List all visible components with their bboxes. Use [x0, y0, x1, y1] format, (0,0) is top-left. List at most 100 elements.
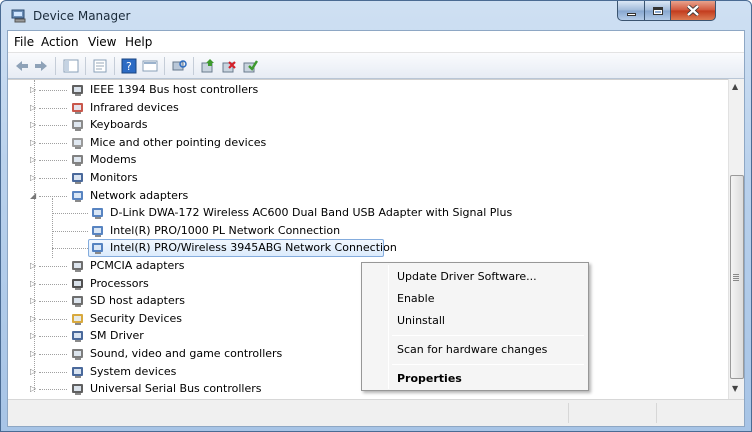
- context-menu-separator: [392, 335, 584, 336]
- scan-icon[interactable]: [171, 58, 187, 74]
- tree-row[interactable]: ▷ Keyboards: [8, 116, 728, 134]
- expand-icon[interactable]: ▷: [30, 279, 39, 288]
- expand-icon[interactable]: ▷: [30, 331, 39, 340]
- menu-bar: File Action View Help: [8, 31, 744, 53]
- tree-row-label: SD host adapters: [90, 294, 185, 308]
- update-driver-icon[interactable]: [200, 58, 216, 74]
- menu-uninstall[interactable]: Uninstall: [364, 310, 586, 332]
- expand-icon[interactable]: ▷: [30, 296, 39, 305]
- context-menu: Update Driver Software... Enable Uninsta…: [361, 262, 589, 391]
- tree-row-label: System devices: [90, 364, 177, 378]
- tree-row-label: Sound, video and game controllers: [90, 347, 283, 360]
- scrollbar-grip: [733, 274, 739, 282]
- menu-scan-hardware[interactable]: Scan for hardware changes: [364, 339, 586, 361]
- security-icon: [72, 313, 83, 325]
- close-button[interactable]: [670, 1, 716, 21]
- expand-icon[interactable]: ▷: [30, 367, 39, 376]
- tree-guide-line: [39, 160, 67, 162]
- maximize-icon: [652, 6, 663, 15]
- expand-icon[interactable]: ▷: [30, 314, 39, 323]
- expand-icon[interactable]: ▷: [30, 173, 39, 182]
- scroll-up-icon[interactable]: ▲: [732, 82, 738, 91]
- uninstall-icon[interactable]: [221, 58, 237, 74]
- expand-icon[interactable]: ▷: [30, 120, 39, 129]
- tree-row-label: Mice and other pointing devices: [90, 135, 267, 149]
- svg-text:?: ?: [126, 60, 132, 73]
- tree-row-label: D-Link DWA-172 Wireless AC600 Dual Band …: [110, 206, 513, 220]
- expand-icon[interactable]: ▷: [30, 85, 39, 94]
- tree-guide-line: [39, 301, 67, 303]
- back-icon[interactable]: [14, 58, 30, 74]
- system-icon: [72, 366, 83, 378]
- tree-guide-line: [39, 195, 67, 197]
- tree-row-label: Modems: [90, 153, 137, 167]
- show-hide-tree-icon[interactable]: [63, 58, 79, 74]
- menu-help[interactable]: Help: [125, 35, 152, 49]
- menu-enable[interactable]: Enable: [364, 288, 586, 310]
- tree-row[interactable]: ▷ Infrared devices: [8, 99, 728, 117]
- tree-guide-line: [39, 371, 67, 373]
- tree-row[interactable]: ▷ Monitors: [8, 169, 728, 187]
- tree-row-label: Universal Serial Bus controllers: [90, 382, 262, 396]
- tree-row-label: Network adapters: [90, 188, 189, 202]
- properties-icon[interactable]: [92, 58, 108, 74]
- expand-icon[interactable]: ▷: [30, 103, 39, 112]
- tree-guide-line: [39, 389, 67, 391]
- toolbar: ?: [8, 53, 744, 79]
- network-card-icon: [92, 225, 103, 237]
- expand-icon[interactable]: ▷: [30, 155, 39, 164]
- usb-icon: [72, 384, 83, 396]
- menu-file[interactable]: File: [14, 35, 34, 49]
- mouse-icon: [72, 137, 83, 149]
- expand-icon[interactable]: ▷: [30, 138, 39, 147]
- scroll-down-icon[interactable]: ▼: [732, 384, 738, 393]
- tree-guide-line: [39, 336, 67, 338]
- menu-update-driver[interactable]: Update Driver Software...: [364, 266, 586, 288]
- help-icon[interactable]: ?: [121, 58, 137, 74]
- expand-icon[interactable]: ▷: [30, 384, 39, 393]
- forward-icon[interactable]: [33, 58, 49, 74]
- collapse-icon[interactable]: ◢: [30, 191, 39, 200]
- tree-row-label: Intel(R) PRO/1000 PL Network Connection: [110, 223, 341, 237]
- pcmcia-icon: [72, 261, 83, 272]
- tree-guide-line: [39, 266, 67, 267]
- network-card-icon: [92, 208, 103, 220]
- expand-icon[interactable]: ▷: [30, 349, 39, 358]
- menu-view[interactable]: View: [88, 35, 116, 49]
- status-bar: [8, 399, 744, 426]
- tree-guide-line: [39, 107, 67, 109]
- enable-icon[interactable]: [242, 58, 258, 74]
- menu-action[interactable]: Action: [41, 35, 79, 49]
- tree-row[interactable]: ▷ Mice and other pointing devices: [8, 134, 728, 152]
- toolbar-separator: [114, 57, 115, 75]
- tree-row[interactable]: Intel(R) PRO/Wireless 3945ABG Network Co…: [8, 239, 728, 258]
- toolbar-separator: [164, 57, 165, 75]
- tree-row-label: IEEE 1394 Bus host controllers: [90, 83, 259, 96]
- toolbar-separator: [55, 57, 56, 75]
- device-manager-icon: [11, 9, 26, 23]
- tree-row[interactable]: Intel(R) PRO/1000 PL Network Connection: [8, 222, 728, 240]
- expand-icon[interactable]: ▷: [30, 261, 39, 270]
- vertical-scrollbar[interactable]: ▲ ▼: [728, 79, 744, 399]
- tree-row[interactable]: ▷ IEEE 1394 Bus host controllers: [8, 81, 728, 99]
- network-card-icon: [92, 243, 103, 255]
- tree-row[interactable]: ◢ Network adapters: [8, 187, 728, 205]
- tree-row-label: PCMCIA adapters: [90, 259, 185, 272]
- tree-row[interactable]: ▷ Modems: [8, 151, 728, 169]
- device-manager-window: Device Manager File Action View Help ? ▷…: [0, 0, 752, 432]
- tree-row-label: Monitors: [90, 171, 138, 184]
- status-pane: [568, 403, 569, 423]
- tree-row[interactable]: D-Link DWA-172 Wireless AC600 Dual Band …: [8, 204, 728, 222]
- maximize-button[interactable]: [644, 1, 671, 21]
- tree-row-label: Intel(R) PRO/Wireless 3945ABG Network Co…: [110, 241, 397, 255]
- title-bar[interactable]: Device Manager: [1, 1, 751, 31]
- tree-guide-line: [39, 125, 67, 127]
- tree-row-label: Security Devices: [90, 311, 183, 325]
- menu-scan-hardware-label: Scan for hardware changes: [397, 343, 548, 356]
- tree-row-label: Infrared devices: [90, 100, 179, 114]
- tree-guide-line: [39, 318, 67, 320]
- minimize-button[interactable]: [617, 1, 645, 21]
- menu-properties[interactable]: Properties: [364, 368, 586, 390]
- tree-row-label: Keyboards: [90, 118, 148, 132]
- view-icon[interactable]: [142, 58, 158, 74]
